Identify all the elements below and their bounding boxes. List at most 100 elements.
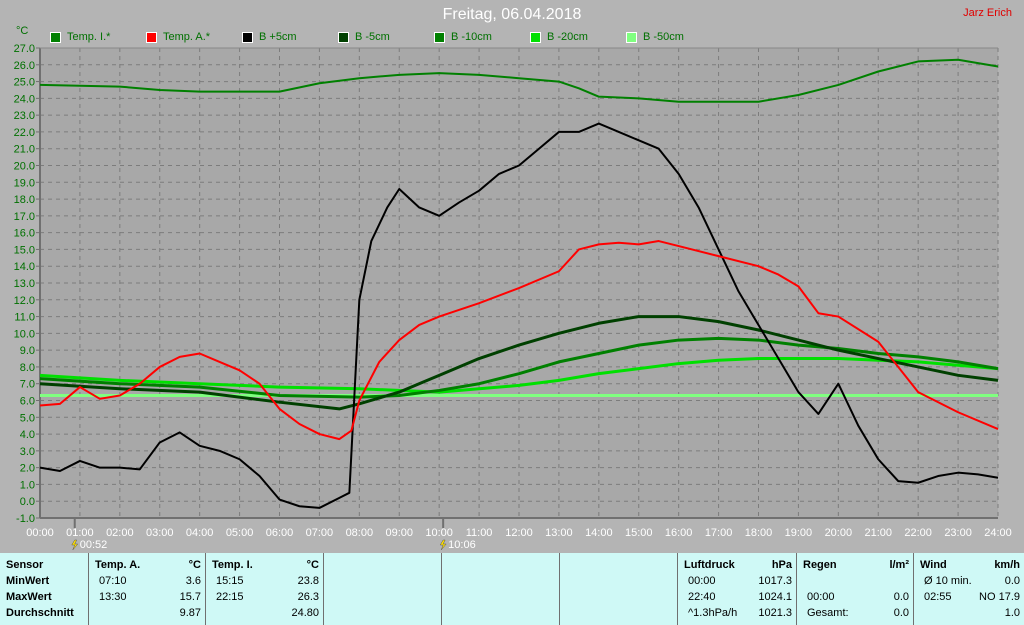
column-header: Temp. A. <box>95 559 141 571</box>
time-cell: 07:10 <box>99 575 127 587</box>
value-cell: 0.0 <box>893 591 909 603</box>
y-tick-label: 6.0 <box>20 396 35 408</box>
x-tick-label: 16:00 <box>665 527 693 539</box>
lightning-icon <box>439 539 447 551</box>
marker-label: 10:06 <box>448 539 476 551</box>
x-tick-label: 08:00 <box>346 527 374 539</box>
time-cell <box>212 605 216 621</box>
y-tick-label: 3.0 <box>20 446 35 458</box>
y-tick-label: 7.0 <box>20 379 35 391</box>
y-tick-label: 14.0 <box>14 261 35 273</box>
y-tick-label: 15.0 <box>14 244 35 256</box>
value-cell: 0.0 <box>893 607 909 619</box>
y-tick-label: 26.0 <box>14 60 35 72</box>
x-tick-label: 18:00 <box>745 527 773 539</box>
y-tick-label: 4.0 <box>20 429 35 441</box>
legend-swatch <box>626 31 637 43</box>
y-tick-label: 13.0 <box>14 278 35 290</box>
temperature-chart: -1.0 0.0 1.0 2.0 3.0 4.0 5.0 6.0 7.0 8.0 9.0 10.0 11… <box>14 43 1012 551</box>
legend-swatch <box>146 31 157 43</box>
time-cell <box>95 605 99 621</box>
legend-swatch <box>434 31 445 43</box>
pressure-column: Luftdruck hPa 00:00 1017.3 22:40 1024.1 ^1.3hP… <box>678 553 797 625</box>
time-cell: 22:15 <box>216 591 244 603</box>
legend-item: Temp. I.* <box>50 31 146 43</box>
temp-i-column: Temp. I. °C 15:15 23.8 22:15 26.3 24.80 <box>206 553 324 625</box>
column-unit: l/m² <box>889 559 909 571</box>
lightning-icon <box>71 539 79 551</box>
y-tick-label: 2.0 <box>20 463 35 475</box>
y-tick-label: 20.0 <box>14 161 35 173</box>
value-cell: 24.80 <box>291 607 319 619</box>
legend-swatch <box>530 31 541 43</box>
y-axis-unit: °C <box>16 25 29 37</box>
y-tick-label: 9.0 <box>20 345 35 357</box>
y-tick-label: 16.0 <box>14 228 35 240</box>
time-cell: Gesamt: <box>807 607 849 619</box>
legend-label: B -20cm <box>547 31 588 43</box>
legend-label: B +5cm <box>259 31 297 43</box>
statistics-table: Sensor MinWert MaxWert Durchschnitt Temp… <box>0 553 1024 625</box>
column-header: Luftdruck <box>684 559 735 571</box>
value-cell: 1.0 <box>1004 607 1020 619</box>
time-cell: 02:55 <box>924 591 952 603</box>
time-cell <box>803 573 807 589</box>
legend-item: B -50cm <box>626 31 722 43</box>
legend-swatch <box>50 31 61 43</box>
legend-label: Temp. I.* <box>67 31 111 43</box>
row-label: MaxWert <box>6 591 52 603</box>
row-label: MinWert <box>6 575 50 587</box>
time-cell: ^1.3hPa/h <box>688 607 738 619</box>
empty-column <box>442 553 560 625</box>
x-tick-label: 17:00 <box>705 527 733 539</box>
x-tick-label: 19:00 <box>785 527 813 539</box>
x-tick-label: 10:00 <box>425 527 453 539</box>
temp-a-column: Temp. A. °C 07:10 3.6 13:30 15.7 9.87 <box>89 553 206 625</box>
marker-label: 00:52 <box>80 539 108 551</box>
legend: Temp. I.* Temp. A.* B +5cm B -5cm B -10cm B -… <box>50 31 722 43</box>
y-tick-label: 12.0 <box>14 295 35 307</box>
x-tick-label: 21:00 <box>864 527 892 539</box>
y-tick-label: 18.0 <box>14 194 35 206</box>
x-tick-label: 06:00 <box>266 527 294 539</box>
value-cell: 0.0 <box>1004 575 1020 587</box>
x-tick-label: 03:00 <box>146 527 174 539</box>
x-tick-label: 01:00 <box>66 527 94 539</box>
empty-column <box>560 553 678 625</box>
x-tick-label: 07:00 <box>306 527 334 539</box>
y-tick-label: 17.0 <box>14 211 35 223</box>
legend-item: B -20cm <box>530 31 626 43</box>
x-tick-label: 20:00 <box>825 527 853 539</box>
legend-swatch <box>242 31 253 43</box>
y-tick-label: 11.0 <box>14 312 35 324</box>
time-cell: 15:15 <box>216 575 244 587</box>
value-cell: 15.7 <box>179 591 201 603</box>
y-tick-label: 19.0 <box>14 177 35 189</box>
x-tick-label: 24:00 <box>984 527 1012 539</box>
empty-column <box>324 553 442 625</box>
sensor-column: Sensor MinWert MaxWert Durchschnitt <box>0 553 89 625</box>
chart-title: Freitag, 06.04.2018 <box>442 6 582 23</box>
time-cell: 22:40 <box>688 591 716 603</box>
column-unit: °C <box>188 559 201 571</box>
time-cell <box>920 605 924 621</box>
x-tick-label: 02:00 <box>106 527 134 539</box>
column-unit: km/h <box>994 559 1020 571</box>
column-header: Wind <box>920 559 947 571</box>
value-cell: 26.3 <box>297 591 319 603</box>
value-cell: 1017.3 <box>758 575 792 587</box>
legend-item: Temp. A.* <box>146 31 242 43</box>
y-tick-label: 27.0 <box>14 43 35 55</box>
x-tick-label: 12:00 <box>505 527 533 539</box>
sensor-header: Sensor <box>6 559 44 571</box>
column-header: Regen <box>803 559 837 571</box>
rain-column: Regen l/m² 00:00 0.0 Gesamt: 0.0 <box>797 553 914 625</box>
x-tick-label: 09:00 <box>385 527 413 539</box>
legend-item: B -10cm <box>434 31 530 43</box>
time-cell: 00:00 <box>807 591 835 603</box>
y-tick-label: 23.0 <box>14 110 35 122</box>
value-cell: 23.8 <box>297 575 319 587</box>
wind-column: Wind km/h Ø 10 min. 0.0 02:55 NO 17.9 1.0 <box>914 553 1024 625</box>
row-label: Durchschnitt <box>6 607 74 619</box>
y-tick-label: 24.0 <box>14 93 35 105</box>
